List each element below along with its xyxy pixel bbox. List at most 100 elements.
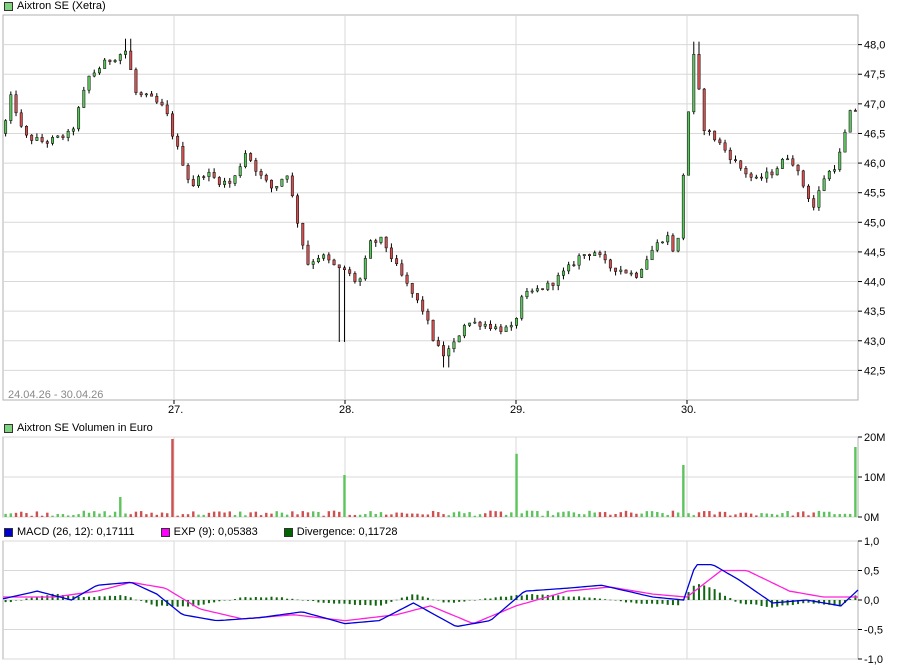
volume-bar (77, 514, 80, 517)
macd-ytick-label: 0,0 (864, 595, 879, 607)
candle-body (489, 323, 492, 329)
volume-bar (35, 511, 39, 517)
volume-bar (56, 513, 59, 517)
divergence-bar (463, 600, 466, 602)
volume-bar (499, 511, 503, 517)
divergence-bar (25, 598, 28, 600)
volume-bar (854, 447, 857, 517)
volume-bar (551, 515, 555, 517)
divergence-bar (625, 600, 628, 603)
volume-bar (473, 515, 477, 517)
volume-bar (212, 511, 216, 517)
divergence-bar (432, 599, 435, 601)
volume-bar (541, 515, 544, 517)
price-ytick-label: 42,5 (864, 365, 885, 377)
candle-body (431, 319, 435, 341)
candle-body (499, 326, 503, 332)
candle-body (780, 158, 784, 169)
volume-bar (411, 513, 414, 517)
candle-body (561, 270, 565, 276)
volume-bar (609, 514, 612, 517)
divergence-bar (218, 600, 221, 602)
divergence-bar (729, 598, 732, 600)
candle-body (348, 269, 352, 274)
volume-bar (781, 513, 784, 517)
price-xtick-label: 30. (681, 404, 696, 416)
candle-body (619, 269, 623, 272)
divergence-bar (338, 600, 341, 604)
candle-body (577, 255, 581, 266)
candle-body (243, 153, 247, 167)
divergence-bar (708, 587, 711, 600)
divergence-bar (452, 600, 455, 603)
divergence-bar (604, 599, 607, 600)
candle-body (369, 240, 372, 259)
divergence-bar (395, 599, 398, 601)
volume-bar (202, 514, 205, 517)
divergence-bar (562, 596, 565, 600)
candle-body (765, 171, 769, 179)
divergence-bar (98, 596, 101, 600)
candle-body (343, 267, 346, 270)
divergence-bar (233, 599, 236, 600)
candle-body (92, 72, 96, 77)
divergence-bar (776, 600, 779, 607)
volume-bar (494, 511, 497, 517)
price-ytick-label: 45,0 (864, 217, 885, 229)
volume-bar (113, 511, 117, 517)
volume-bar (510, 512, 513, 517)
volume-bar (708, 511, 711, 517)
candle-body (118, 54, 122, 61)
candle-body (25, 125, 28, 136)
candle-body (228, 180, 232, 184)
candle-body (614, 267, 618, 272)
divergence-bar (254, 596, 257, 600)
date-range-label: 24.04.26 - 30.04.26 (8, 389, 103, 401)
candle-body (473, 321, 477, 324)
volume-bar (796, 512, 800, 517)
volume-bar (833, 514, 836, 517)
volume-bar (666, 514, 669, 517)
volume-bar (134, 511, 138, 517)
candle-body (45, 141, 49, 144)
candle-body (687, 111, 691, 176)
volume-bar (265, 512, 268, 517)
candle-body (139, 92, 143, 96)
divergence-bar (385, 600, 388, 604)
volume-bar (504, 514, 508, 517)
macd-ytick-label: 1,0 (864, 536, 879, 548)
volume-bar (119, 497, 122, 517)
volume-bar (703, 511, 706, 517)
divergence-bar (755, 600, 758, 605)
candle-body (405, 274, 409, 284)
candle-body (103, 59, 107, 69)
divergence-bar (4, 600, 7, 603)
volume-bar (452, 512, 456, 517)
divergence-bar (286, 598, 289, 600)
volume-bar (650, 511, 654, 517)
candle-body (202, 176, 206, 178)
divergence-bar (677, 600, 680, 606)
volume-bar (765, 513, 768, 517)
volume-bar (317, 511, 320, 517)
candle-body (322, 254, 326, 259)
volume-ytick-label: 20M (864, 432, 885, 444)
candle-body (676, 237, 680, 252)
candle-body (19, 112, 23, 127)
candle-body (35, 137, 39, 141)
volume-bar (744, 512, 748, 517)
volume-bar (384, 514, 388, 517)
volume-bar (275, 511, 278, 517)
divergence-bar (140, 600, 143, 601)
volume-bar (338, 511, 341, 517)
stock-chart: 42,5 43,0 43,5 44,0 44,5 45,0 45,5 46,0 46,5 47,0… (2, 14, 885, 666)
candle-body (728, 149, 732, 160)
divergence-bar (171, 600, 174, 607)
volume-ytick-label: 0M (864, 512, 879, 524)
volume-bar (311, 511, 315, 517)
candle-body (82, 89, 86, 108)
volume-bar (66, 515, 70, 517)
volume-bar (301, 511, 304, 517)
divergence-bar (426, 597, 429, 600)
candle-body (734, 159, 737, 162)
